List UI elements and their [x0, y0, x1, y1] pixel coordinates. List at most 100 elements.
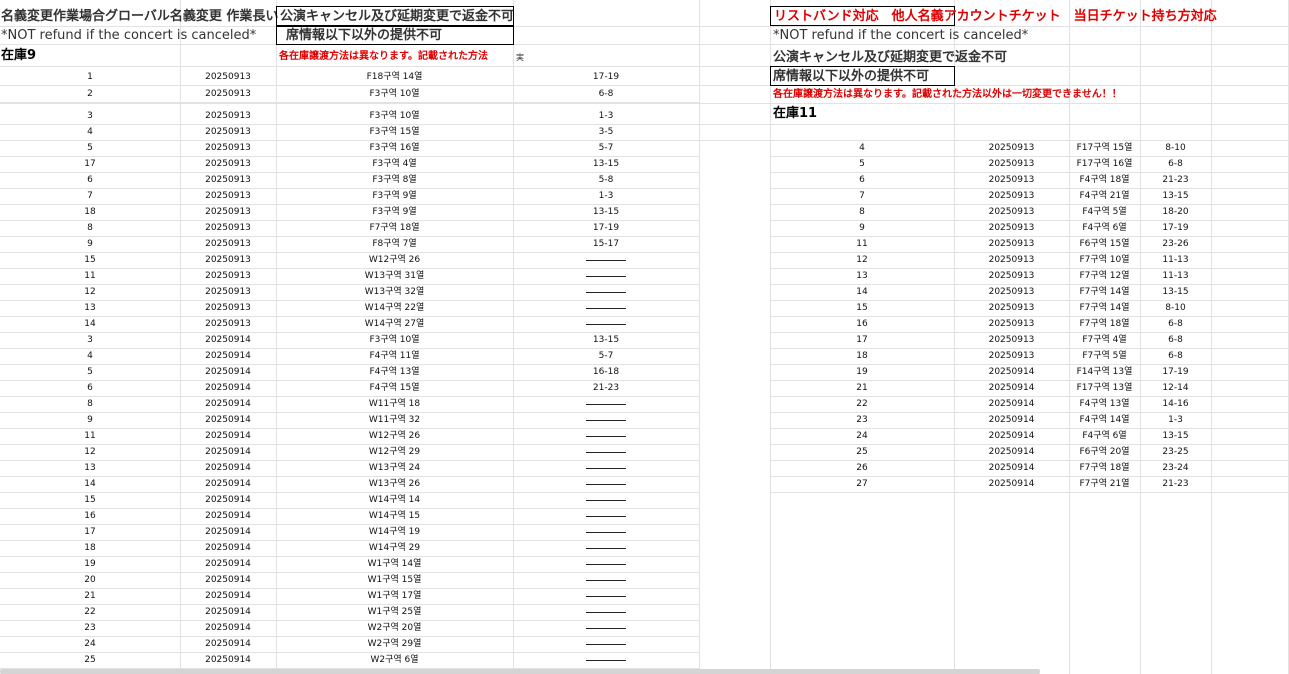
cell-seat[interactable]: F4구역 13열 — [276, 364, 513, 380]
cell-seat[interactable]: F4구역 15열 — [276, 380, 513, 396]
cell-date[interactable]: 20250913 — [954, 284, 1069, 300]
cell-date[interactable]: 20250914 — [180, 428, 276, 444]
cell-seat[interactable]: W14구역 19 — [276, 524, 513, 540]
cell-seat[interactable]: W13구역 26 — [276, 476, 513, 492]
cell-no[interactable]: 14 — [0, 476, 180, 492]
cell-num[interactable]: 17-19 — [513, 69, 699, 85]
cell-seat[interactable]: W11구역 32 — [276, 412, 513, 428]
cell-no[interactable]: 12 — [0, 284, 180, 300]
cell-date[interactable]: 20250913 — [180, 284, 276, 300]
cell-date[interactable]: 20250914 — [180, 636, 276, 652]
cell-date[interactable]: 20250914 — [180, 348, 276, 364]
cell-date[interactable]: 20250913 — [180, 220, 276, 236]
cell-num[interactable]: 1-3 — [1140, 412, 1211, 428]
cell-date[interactable]: 20250914 — [180, 620, 276, 636]
cell-seat[interactable]: F4구역 21열 — [1069, 188, 1140, 204]
cell-seat[interactable]: F3구역 16열 — [276, 140, 513, 156]
cell-seat[interactable]: F14구역 13열 — [1069, 364, 1140, 380]
cell-date[interactable]: 20250913 — [180, 86, 276, 102]
cell-seat[interactable]: F7구역 14열 — [1069, 300, 1140, 316]
cell-num[interactable]: 5-7 — [513, 140, 699, 156]
cell-no[interactable]: 19 — [770, 364, 954, 380]
cell-no[interactable]: 25 — [770, 444, 954, 460]
cell-num[interactable]: 18-20 — [1140, 204, 1211, 220]
cell-seat[interactable]: W13구역 24 — [276, 460, 513, 476]
cell-date[interactable]: 20250914 — [180, 492, 276, 508]
cell-date[interactable]: 20250913 — [180, 69, 276, 85]
cell-date[interactable]: 20250914 — [954, 412, 1069, 428]
cell-date[interactable]: 20250914 — [954, 380, 1069, 396]
cell-date[interactable]: 20250914 — [954, 396, 1069, 412]
cell-seat[interactable]: F8구역 7열 — [276, 236, 513, 252]
cell-no[interactable]: 17 — [770, 332, 954, 348]
cell-seat[interactable]: W13구역 32열 — [276, 284, 513, 300]
cell-no[interactable]: 8 — [0, 396, 180, 412]
cell-num[interactable]: 8-10 — [1140, 300, 1211, 316]
cell-date[interactable]: 20250914 — [180, 380, 276, 396]
cell-no[interactable]: 13 — [0, 300, 180, 316]
cell-date[interactable]: 20250914 — [954, 428, 1069, 444]
cell-seat[interactable]: W11구역 18 — [276, 396, 513, 412]
cell-seat[interactable]: F7구역 10열 — [1069, 252, 1140, 268]
cell-date[interactable]: 20250913 — [180, 316, 276, 332]
cell-num[interactable]: 17-19 — [513, 220, 699, 236]
cell-seat[interactable]: W1구역 14열 — [276, 556, 513, 572]
cell-no[interactable]: 5 — [0, 364, 180, 380]
cell-num[interactable]: 16-18 — [513, 364, 699, 380]
cell-date[interactable]: 20250913 — [954, 156, 1069, 172]
cell-no[interactable]: 1 — [0, 69, 180, 85]
cell-num[interactable]: 5-8 — [513, 172, 699, 188]
cell-num[interactable]: 6-8 — [1140, 332, 1211, 348]
cell-date[interactable]: 20250914 — [180, 652, 276, 668]
cell-seat[interactable]: W12구역 26 — [276, 428, 513, 444]
cell-no[interactable]: 2 — [0, 86, 180, 102]
cell-date[interactable]: 20250914 — [180, 460, 276, 476]
cell-seat[interactable]: F4구역 14열 — [1069, 412, 1140, 428]
cell-seat[interactable]: F3구역 4열 — [276, 156, 513, 172]
cell-date[interactable]: 20250913 — [954, 172, 1069, 188]
cell-seat[interactable]: F17구역 16열 — [1069, 156, 1140, 172]
cell-date[interactable]: 20250914 — [180, 540, 276, 556]
cell-date[interactable]: 20250913 — [180, 188, 276, 204]
cell-no[interactable]: 20 — [0, 572, 180, 588]
cell-num[interactable]: 11-13 — [1140, 268, 1211, 284]
cell-seat[interactable]: F7구역 14열 — [1069, 284, 1140, 300]
cell-no[interactable]: 24 — [0, 636, 180, 652]
cell-seat[interactable]: F6구역 20열 — [1069, 444, 1140, 460]
cell-date[interactable]: 20250913 — [954, 204, 1069, 220]
cell-num[interactable]: 13-15 — [513, 332, 699, 348]
cell-seat[interactable]: W14구역 14 — [276, 492, 513, 508]
cell-num[interactable]: 23-25 — [1140, 444, 1211, 460]
cell-seat[interactable]: W1구역 15열 — [276, 572, 513, 588]
cell-num[interactable]: 1-3 — [513, 108, 699, 124]
cell-seat[interactable]: W2구역 20열 — [276, 620, 513, 636]
cell-date[interactable]: 20250913 — [180, 252, 276, 268]
cell-seat[interactable]: F7구역 4열 — [1069, 332, 1140, 348]
cell-no[interactable]: 27 — [770, 476, 954, 492]
cell-seat[interactable]: W2구역 6열 — [276, 652, 513, 668]
cell-num[interactable]: 14-16 — [1140, 396, 1211, 412]
cell-no[interactable]: 11 — [0, 268, 180, 284]
cell-no[interactable]: 23 — [770, 412, 954, 428]
cell-no[interactable]: 8 — [0, 220, 180, 236]
cell-seat[interactable]: F3구역 8열 — [276, 172, 513, 188]
cell-no[interactable]: 3 — [0, 108, 180, 124]
cell-no[interactable]: 6 — [0, 380, 180, 396]
cell-no[interactable]: 9 — [0, 412, 180, 428]
cell-date[interactable]: 20250914 — [180, 412, 276, 428]
cell-date[interactable]: 20250913 — [954, 268, 1069, 284]
cell-date[interactable]: 20250913 — [180, 156, 276, 172]
cell-seat[interactable]: F4구역 13열 — [1069, 396, 1140, 412]
cell-num[interactable]: 13-15 — [513, 156, 699, 172]
cell-date[interactable]: 20250914 — [954, 364, 1069, 380]
cell-date[interactable]: 20250913 — [180, 140, 276, 156]
cell-date[interactable]: 20250914 — [180, 572, 276, 588]
cell-seat[interactable]: F4구역 11열 — [276, 348, 513, 364]
cell-no[interactable]: 24 — [770, 428, 954, 444]
cell-no[interactable]: 4 — [0, 124, 180, 140]
cell-no[interactable]: 15 — [770, 300, 954, 316]
cell-no[interactable]: 6 — [770, 172, 954, 188]
cell-no[interactable]: 21 — [0, 588, 180, 604]
cell-num[interactable]: 13-15 — [1140, 188, 1211, 204]
cell-seat[interactable]: F4구역 6열 — [1069, 220, 1140, 236]
